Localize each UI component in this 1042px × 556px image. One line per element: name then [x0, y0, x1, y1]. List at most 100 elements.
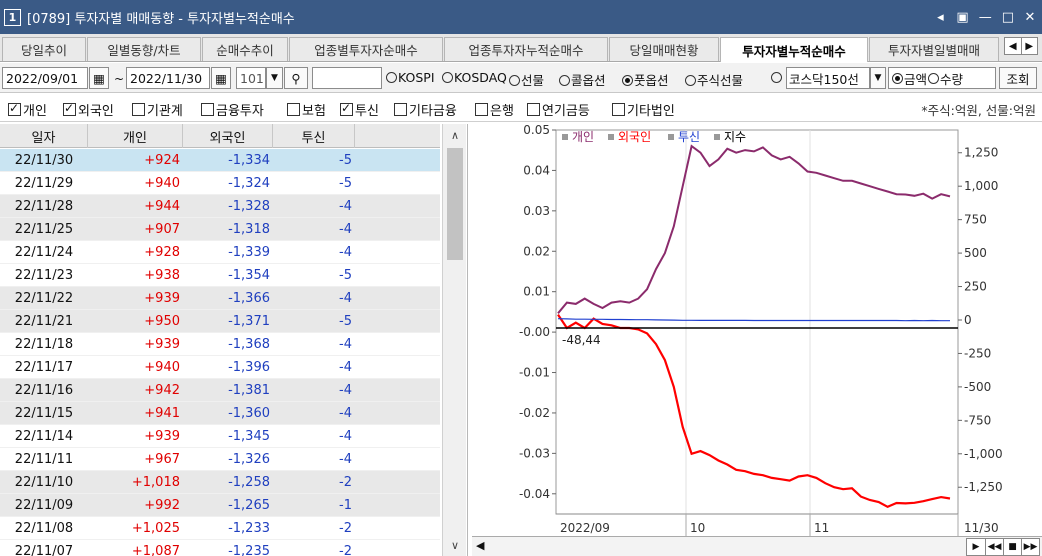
filter-insurance[interactable]: 보험	[287, 100, 326, 119]
filter-investment-trust[interactable]: 투신	[340, 100, 379, 119]
search-icon[interactable]: ⚲	[284, 67, 308, 89]
end-date-input[interactable]: 2022/11/30	[126, 67, 210, 89]
market-radio-kosdaq[interactable]: KOSDAQ	[442, 70, 507, 85]
table-row[interactable]: 22/11/10 +1,018 -1,258 -2	[0, 471, 440, 494]
cell-investment-trust: -4	[339, 198, 352, 214]
tab-scroll-right-icon[interactable]: ▶	[1020, 38, 1038, 54]
table-row[interactable]: 22/11/29 +940 -1,324 -5	[0, 172, 440, 195]
table-header: 일자 개인 외국인 투신	[0, 124, 440, 148]
table-row[interactable]: 22/11/09 +992 -1,265 -1	[0, 494, 440, 517]
col-header-foreigner[interactable]: 외국인	[183, 124, 273, 148]
filter-bank[interactable]: 은행	[475, 100, 514, 119]
tab-investor-cumulative-net-buy[interactable]: 투자자별누적순매수	[720, 37, 868, 62]
col-header-individual[interactable]: 개인	[88, 124, 183, 148]
cell-foreigner: -1,339	[228, 244, 270, 260]
chart-stop-icon[interactable]: ■	[1003, 539, 1021, 555]
tab-bar: 당일추이 일별동향/차트 순매수추이 업종별투자자순매수 업종투자자누적순매수 …	[0, 34, 1042, 62]
cell-individual: +950	[144, 313, 180, 329]
kosdaq150-dropdown-icon[interactable]: ▼	[870, 67, 886, 89]
market-radio-call-option[interactable]: 콜옵션	[559, 70, 606, 89]
start-calendar-icon[interactable]: ▦	[89, 67, 109, 89]
checkbox-checked-icon	[63, 101, 76, 116]
table-row[interactable]: 22/11/25 +907 -1,318 -4	[0, 218, 440, 241]
tab-daily-chart[interactable]: 일별동향/차트	[87, 37, 201, 61]
scroll-thumb[interactable]	[447, 148, 463, 260]
tab-net-buy-trend[interactable]: 순매수추이	[202, 37, 288, 61]
scroll-up-icon[interactable]: ∧	[443, 126, 467, 144]
cell-foreigner: -1,324	[228, 175, 270, 191]
close-icon[interactable]: ✕	[1024, 10, 1036, 25]
filter-financial-investment[interactable]: 금융투자	[201, 100, 264, 119]
table-row[interactable]: 22/11/11 +967 -1,326 -4	[0, 448, 440, 471]
filter-pension[interactable]: 연기금등	[527, 100, 590, 119]
tab-investor-daily-trades[interactable]: 투자자별일별매매	[869, 37, 999, 61]
table-row[interactable]: 22/11/17 +940 -1,396 -4	[0, 356, 440, 379]
end-calendar-icon[interactable]: ▦	[211, 67, 231, 89]
table-row[interactable]: 22/11/14 +939 -1,345 -4	[0, 425, 440, 448]
cell-investment-trust: -4	[339, 359, 352, 375]
cell-empty	[355, 494, 440, 516]
table-row[interactable]: 22/11/23 +938 -1,354 -5	[0, 264, 440, 287]
table-row[interactable]: 22/11/30 +924 -1,334 -5	[0, 149, 440, 172]
kosdaq150-select[interactable]: 코스닥150선	[786, 67, 870, 89]
minimize-icon[interactable]: —	[979, 10, 992, 25]
count-input[interactable]: 101	[236, 67, 266, 89]
table-row[interactable]: 22/11/28 +944 -1,328 -4	[0, 195, 440, 218]
tab-today-trades[interactable]: 당일매매현황	[609, 37, 719, 61]
cell-date: 22/11/10	[14, 474, 74, 490]
cell-empty	[355, 218, 440, 240]
table-row[interactable]: 22/11/16 +942 -1,381 -4	[0, 379, 440, 402]
table-row[interactable]: 22/11/21 +950 -1,371 -5	[0, 310, 440, 333]
filter-other-finance[interactable]: 기타금융	[394, 100, 457, 119]
table-row[interactable]: 22/11/24 +928 -1,339 -4	[0, 241, 440, 264]
radio-selected-icon[interactable]	[892, 72, 903, 84]
tab-scroll-left-icon[interactable]: ◀	[1005, 38, 1021, 54]
chart-forward-icon[interactable]: ▶▶	[1021, 539, 1039, 555]
market-radio-put-option[interactable]: 풋옵션	[622, 70, 669, 89]
window-number-badge[interactable]: 1	[4, 8, 21, 26]
maximize-icon[interactable]: □	[1002, 10, 1014, 25]
table-row[interactable]: 22/11/22 +939 -1,366 -4	[0, 287, 440, 310]
filter-foreigner[interactable]: 외국인	[63, 100, 114, 119]
tab-scroll-buttons: ◀ ▶	[1004, 37, 1038, 55]
start-date-input[interactable]: 2022/09/01	[2, 67, 88, 89]
filter-other-corporation[interactable]: 기타법인	[612, 100, 675, 119]
count-dropdown-icon[interactable]: ▼	[266, 67, 283, 89]
chart-play-icon[interactable]: ▶	[967, 539, 985, 555]
unit-amount-label[interactable]: 금액	[904, 69, 927, 88]
table-row[interactable]: 22/11/08 +1,025 -1,233 -2	[0, 517, 440, 540]
unit-quantity-label[interactable]: 수량	[940, 69, 963, 88]
cell-investment-trust: -5	[339, 313, 352, 329]
market-radio-stock-futures[interactable]: 주식선물	[685, 70, 743, 89]
chart-rewind-icon[interactable]: ◀◀	[985, 539, 1003, 555]
table-row[interactable]: 22/11/15 +941 -1,360 -4	[0, 402, 440, 425]
code-input[interactable]	[312, 67, 382, 89]
link-window-icon[interactable]: ▣	[956, 10, 968, 25]
cell-individual: +939	[144, 290, 180, 306]
col-header-date[interactable]: 일자	[0, 124, 88, 148]
tab-daily-trend[interactable]: 당일추이	[2, 37, 86, 61]
cell-individual: +967	[144, 451, 180, 467]
filter-label: 개인	[23, 104, 47, 119]
filter-label: 은행	[490, 104, 514, 119]
query-button[interactable]: 조회	[999, 67, 1037, 89]
col-header-investment-trust[interactable]: 투신	[273, 124, 355, 148]
radio-icon[interactable]	[928, 72, 940, 84]
market-radio-futures[interactable]: 선물	[509, 70, 544, 89]
table-row[interactable]: 22/11/18 +939 -1,368 -4	[0, 333, 440, 356]
table-vertical-scrollbar[interactable]: ∧ ∨	[442, 124, 466, 556]
cell-date: 22/11/15	[14, 405, 74, 421]
prev-window-icon[interactable]: ◂	[934, 10, 946, 25]
filter-institution-total[interactable]: 기관계	[132, 100, 183, 119]
table-row[interactable]: 22/11/07 +1,087 -1,235 -2	[0, 540, 440, 556]
chart-scroll-left-icon[interactable]: ◀	[476, 539, 484, 552]
cell-individual: +942	[144, 382, 180, 398]
scroll-down-icon[interactable]: ∨	[443, 536, 467, 554]
date-range-separator: ~	[114, 72, 125, 86]
tab-sector-investor-cumulative[interactable]: 업종투자자누적순매수	[444, 37, 608, 61]
market-radio-other[interactable]	[771, 70, 783, 85]
market-radio-kospi[interactable]: KOSPI	[386, 70, 435, 85]
filter-individual[interactable]: 개인	[8, 100, 47, 119]
tab-sector-investor-net-buy[interactable]: 업종별투자자순매수	[289, 37, 443, 61]
chart-svg: 0.05 0.04 0.03 0.02 0.01 -0.00 -0.01 -0.02 -0.03…	[519, 123, 1003, 536]
